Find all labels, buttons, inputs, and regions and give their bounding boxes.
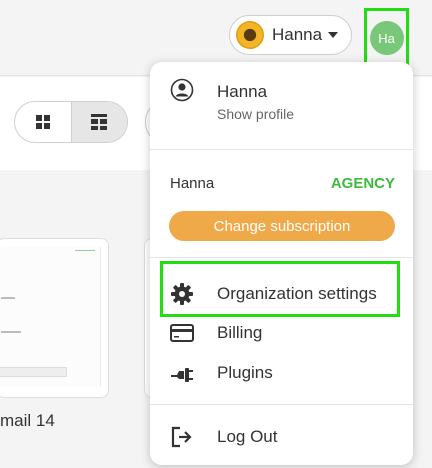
- layout-list-icon: [91, 114, 108, 130]
- user-switcher-name: Hanna: [272, 25, 323, 44]
- chevron-down-icon: [328, 32, 339, 38]
- list-view-button[interactable]: [70, 102, 127, 142]
- menu-divider: [150, 257, 413, 258]
- view-toggle: [14, 101, 128, 143]
- template-card[interactable]: [0, 238, 109, 398]
- template-thumbnail: [0, 247, 101, 387]
- logout-icon: [170, 425, 194, 449]
- account-dropdown-menu: Hanna Show profile Hanna AGENCY Change s…: [150, 62, 413, 465]
- logout-label: Log Out: [217, 427, 278, 446]
- menu-divider: [150, 404, 413, 405]
- grid-view-button[interactable]: [15, 102, 71, 142]
- menu-item-label: Plugins: [217, 363, 273, 382]
- menu-item-plugins[interactable]: Plugins: [150, 354, 413, 392]
- template-card-title: mail 14: [0, 411, 55, 430]
- avatar: Ha: [369, 21, 404, 55]
- credit-card-icon: [170, 321, 194, 345]
- menu-divider: [150, 149, 413, 150]
- plug-icon: [170, 361, 194, 385]
- plan-user-name: Hanna: [170, 175, 215, 192]
- highlight-box: [160, 261, 400, 317]
- profile-name: Hanna: [217, 82, 268, 101]
- show-profile-item[interactable]: Hanna Show profile: [150, 74, 413, 126]
- logout-button[interactable]: Log Out: [150, 417, 413, 457]
- menu-item-billing[interactable]: Billing: [150, 314, 413, 352]
- sunflower-avatar-icon: [236, 21, 264, 49]
- user-switcher-button[interactable]: Hanna: [229, 15, 352, 55]
- account-avatar-button[interactable]: Ha: [364, 8, 409, 68]
- show-profile-label: Show profile: [217, 106, 295, 122]
- grid-icon: [35, 115, 50, 129]
- user-circle-icon: [170, 78, 194, 102]
- change-subscription-button[interactable]: Change subscription: [169, 211, 395, 241]
- plan-badge: AGENCY: [330, 175, 395, 192]
- menu-item-label: Billing: [217, 323, 263, 342]
